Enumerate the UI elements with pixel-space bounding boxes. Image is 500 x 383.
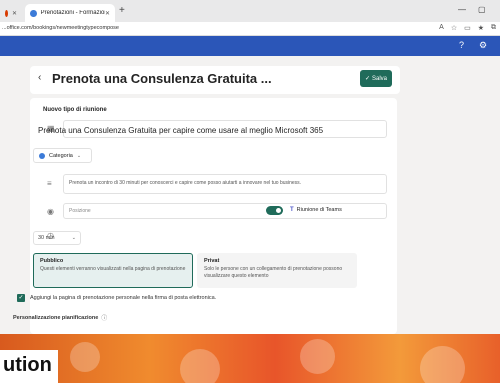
address-bar-icons: A ☆ ▭ ★ ⧉ [439, 24, 496, 32]
location-placeholder: Posizione [69, 208, 91, 214]
chevron-down-icon: ⌄ [76, 152, 82, 159]
help-icon[interactable]: ? [459, 40, 464, 50]
public-option-desc: Questi elementi verranno visualizzati ne… [40, 266, 186, 272]
minimize-icon[interactable]: — [458, 5, 466, 14]
email-signature-label: Aggiungi la pagina di prenotazione perso… [30, 295, 217, 301]
description-field[interactable]: Prenota un incontro di 30 minuti per con… [63, 174, 387, 194]
email-signature-checkbox[interactable]: ✓ [17, 294, 25, 302]
private-option-label: Privat [204, 258, 220, 264]
chevron-down-icon: ⌄ [71, 235, 76, 241]
category-color-icon [39, 152, 45, 159]
settings-gear-icon[interactable]: ⚙ [479, 40, 487, 51]
read-aloud-icon[interactable]: A [439, 24, 444, 32]
collections-icon[interactable]: ⧉ [491, 24, 496, 32]
new-tab-icon[interactable]: + [119, 6, 125, 16]
decorative-blob [180, 349, 220, 383]
info-icon[interactable]: ⓘ [101, 313, 107, 322]
teams-meeting-option: T Riunione di Teams [290, 207, 342, 213]
close-tab-icon[interactable]: ✕ [12, 10, 17, 17]
duration-dropdown[interactable]: 30 min ⌄ [33, 231, 81, 245]
teams-meeting-toggle[interactable] [266, 206, 283, 215]
public-option-label: Pubblico [40, 258, 64, 264]
decorative-blob [300, 339, 335, 374]
private-option-desc: Solo le persone con un collegamento di p… [204, 266, 343, 279]
category-dropdown[interactable]: Categoria ⌄ [33, 148, 92, 163]
favorite-star-icon[interactable]: ☆ [451, 24, 457, 32]
back-arrow-icon[interactable]: ‹ [38, 72, 41, 83]
description-icon: ≡ [47, 179, 52, 188]
close-tab-icon[interactable]: ✕ [105, 10, 110, 17]
bookings-favicon-icon [30, 9, 37, 17]
decorative-blob [70, 342, 100, 372]
brand-watermark: ution [0, 350, 58, 383]
tab-favicon-icon [5, 9, 8, 17]
browser-tab-active[interactable]: Prenotazioni - Formazione Abov ✕ [25, 4, 115, 22]
browser-tab-bar: ✕ Prenotazioni - Formazione Abov ✕ + — ▢ [0, 0, 500, 22]
browser-tab-1[interactable]: ✕ [0, 4, 22, 22]
email-signature-checkbox-row[interactable]: ✓ Aggiungi la pagina di prenotazione per… [17, 294, 216, 302]
public-option-card[interactable]: Pubblico Questi elementi verranno visual… [33, 253, 193, 288]
save-button-label: Salva [372, 75, 388, 82]
split-screen-icon[interactable]: ▭ [464, 24, 471, 32]
app-header-bar: ? ⚙ [0, 36, 500, 56]
url-text: ...office.com/bookings/newmeetingtypecom… [2, 25, 119, 31]
decorative-blob [420, 346, 465, 383]
private-option-card[interactable]: Privat Solo le persone con un collegamen… [197, 253, 357, 288]
decorative-footer-band [0, 334, 500, 383]
category-label: Categoria [49, 152, 73, 159]
address-bar[interactable]: ...office.com/bookings/newmeetingtypecom… [0, 22, 500, 36]
teams-label: Riunione di Teams [296, 207, 342, 213]
maximize-icon[interactable]: ▢ [478, 5, 486, 14]
duration-value: 30 min [38, 235, 55, 241]
personalization-label: Personalizzazione pianificazione [13, 314, 99, 321]
page-title: Prenota una Consulenza Gratuita ... [52, 71, 272, 86]
save-button[interactable]: ✓ Salva [360, 70, 392, 87]
meeting-title-value: Prenota una Consulenza Gratuita per capi… [38, 126, 324, 135]
favorites-icon[interactable]: ★ [478, 24, 484, 32]
tab-label: Prenotazioni - Formazione Abov [40, 10, 105, 16]
page-header: ‹ Prenota una Consulenza Gratuita ... ✓ … [30, 66, 400, 94]
description-text: Prenota un incontro di 30 minuti per con… [69, 180, 302, 186]
personalization-section: Personalizzazione pianificazione ⓘ [13, 313, 107, 323]
main-content: ‹ Prenota una Consulenza Gratuita ... ✓ … [0, 56, 500, 334]
section-title: Nuovo tipo di riunione [43, 107, 107, 113]
location-pin-icon: ◉ [47, 207, 54, 216]
check-icon: ✓ [364, 76, 370, 82]
teams-icon: T [290, 207, 294, 213]
